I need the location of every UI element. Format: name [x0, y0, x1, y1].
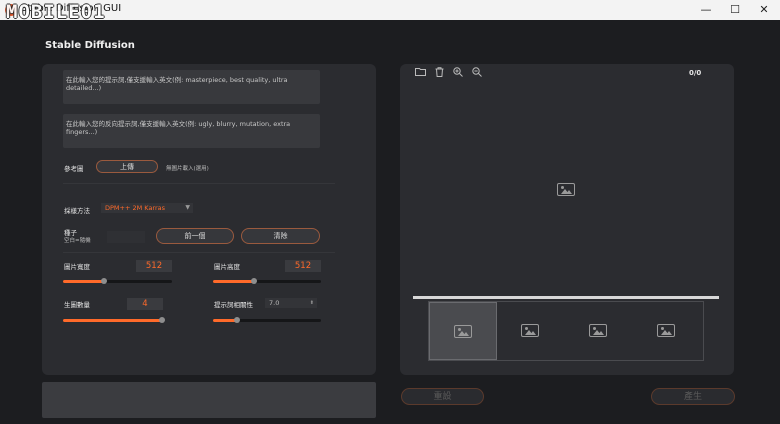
chevron-down-icon: ▼ — [185, 204, 190, 211]
maximize-button[interactable]: ☐ — [721, 1, 749, 19]
progress-fill — [413, 296, 719, 299]
zoom-out-icon[interactable] — [471, 67, 483, 79]
count-slider-fill — [63, 319, 162, 322]
image-icon — [521, 324, 539, 337]
width-slider-fill — [63, 280, 105, 283]
seed-hint: 空白=隨機 — [64, 238, 91, 244]
thumbnail-2[interactable] — [497, 302, 565, 360]
thumbnail-4[interactable] — [633, 302, 701, 360]
log-area — [42, 382, 376, 418]
count-slider-thumb[interactable] — [159, 317, 165, 323]
positive-prompt-input[interactable]: 在此輸入您的提示詞,僅支援輸入英文(例: masterpiece, best q… — [63, 70, 320, 104]
count-slider[interactable] — [63, 317, 165, 323]
reset-button[interactable]: 重設 — [401, 388, 484, 405]
width-slider[interactable] — [63, 278, 172, 284]
image-icon — [657, 324, 675, 337]
settings-panel — [42, 64, 376, 375]
folder-icon[interactable] — [414, 67, 426, 79]
minimize-button[interactable]: — — [692, 1, 720, 19]
reference-label: 參考圖 — [64, 165, 84, 173]
image-icon — [589, 324, 607, 337]
clear-seed-button[interactable]: 清除 — [241, 228, 320, 244]
app-heading: Stable Diffusion — [45, 40, 135, 51]
sampler-select[interactable]: DPM++ 2M Karras ▼ — [101, 203, 193, 213]
thumbnail-1[interactable] — [429, 302, 497, 360]
progress-bar — [413, 296, 719, 299]
sampler-label: 採樣方法 — [64, 207, 90, 215]
cfg-spinbox[interactable]: 7.0 ⬍ — [265, 298, 317, 308]
zoom-in-icon[interactable] — [452, 67, 464, 79]
seed-input[interactable] — [107, 231, 145, 243]
height-slider[interactable] — [213, 278, 321, 284]
previous-seed-button[interactable]: 前一個 — [156, 228, 234, 244]
height-label: 圖片高度 — [214, 263, 240, 271]
image-counter: 0/0 — [689, 69, 702, 77]
generate-button[interactable]: 產生 — [651, 388, 735, 405]
image-icon — [454, 325, 472, 338]
height-slider-fill — [213, 280, 255, 283]
watermark-logo: MOBILE01 — [6, 1, 106, 23]
cfg-slider-thumb[interactable] — [233, 317, 240, 323]
upload-button[interactable]: 上傳 — [96, 160, 158, 173]
cfg-value: 7.0 — [269, 299, 280, 307]
preview-image-placeholder-icon — [557, 183, 575, 196]
negative-prompt-input[interactable]: 在此輸入您的反向提示詞,僅支援輸入英文(例: ugly, blurry, mut… — [63, 114, 320, 148]
count-label: 生圖數量 — [64, 301, 90, 309]
count-value[interactable]: 4 — [127, 298, 163, 310]
height-slider-thumb[interactable] — [251, 278, 258, 284]
divider — [63, 183, 335, 184]
width-value[interactable]: 512 — [136, 260, 172, 272]
cfg-slider[interactable] — [213, 317, 321, 323]
thumbnail-3[interactable] — [565, 302, 633, 360]
close-button[interactable]: ✕ — [750, 1, 778, 19]
divider — [63, 252, 335, 253]
height-value[interactable]: 512 — [285, 260, 321, 272]
width-label: 圖片寬度 — [64, 263, 90, 271]
spin-arrows-icon: ⬍ — [309, 300, 314, 306]
window-titlebar: Stable Diffusion GUI MOBILE01 — ☐ ✕ — [0, 0, 780, 23]
trash-icon[interactable] — [433, 67, 445, 79]
cfg-label: 提示詞相關性 — [214, 301, 253, 309]
sampler-value: DPM++ 2M Karras — [105, 204, 166, 212]
reference-status: 無圖片載入(選用) — [166, 166, 209, 172]
